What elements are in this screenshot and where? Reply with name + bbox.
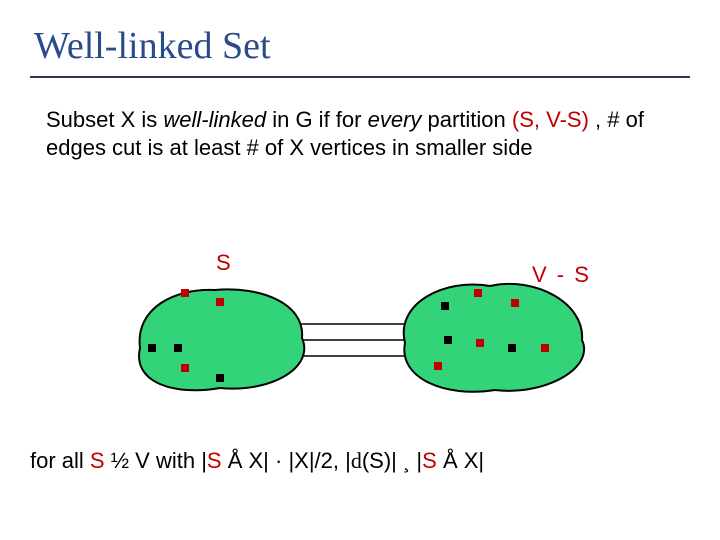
diagram-svg bbox=[120, 248, 600, 408]
desc-every: every bbox=[368, 107, 422, 132]
label-vs: V - S bbox=[532, 262, 591, 288]
bt3: Å X| · |X|/2, | bbox=[222, 448, 351, 473]
diagram: S V - S bbox=[120, 248, 600, 408]
desc-well-linked: well-linked bbox=[163, 107, 266, 132]
bt4: (S)| ¸ | bbox=[362, 448, 422, 473]
desc-partition: (S, V-S) bbox=[512, 107, 589, 132]
bt2: ½ V with | bbox=[105, 448, 207, 473]
bottom-statement: for all S ½ V with |S Å X| · |X|/2, |d(S… bbox=[30, 448, 484, 474]
bt-delta: d bbox=[351, 448, 362, 473]
slide: Well-linked Set Subset X is well-linked … bbox=[0, 0, 720, 540]
description: Subset X is well-linked in G if for ever… bbox=[30, 102, 690, 162]
label-s: S bbox=[216, 250, 231, 276]
right-blob bbox=[404, 284, 584, 392]
bt1: for all bbox=[30, 448, 90, 473]
bt-s2: S bbox=[207, 448, 222, 473]
desc-t2: in G if for bbox=[266, 107, 367, 132]
slide-title: Well-linked Set bbox=[30, 18, 690, 76]
desc-t3: partition bbox=[421, 107, 512, 132]
desc-t1: Subset X is bbox=[46, 107, 163, 132]
bt-s: S bbox=[90, 448, 105, 473]
bt-s3: S bbox=[422, 448, 437, 473]
title-underline bbox=[30, 76, 690, 78]
bt5: Å X| bbox=[437, 448, 484, 473]
